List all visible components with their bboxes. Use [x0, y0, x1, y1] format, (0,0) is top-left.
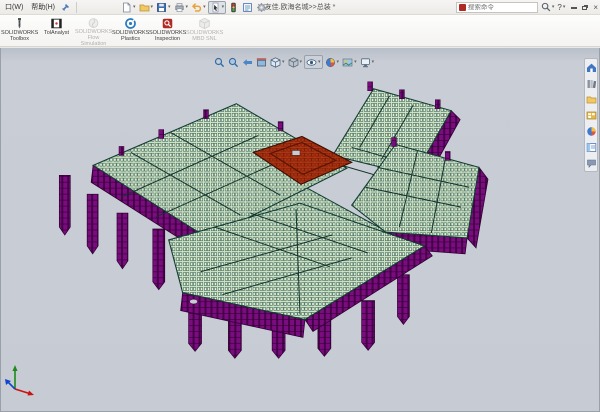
- zoom-to-area-button[interactable]: [227, 55, 240, 69]
- custom-properties-tab[interactable]: [585, 141, 597, 153]
- new-file-button[interactable]: ▾: [120, 1, 137, 14]
- appearances-scenes-tab[interactable]: [585, 125, 597, 137]
- eye-icon: [306, 57, 317, 68]
- minimize-button[interactable]: [571, 3, 577, 12]
- solidworks-resources-tab[interactable]: [585, 61, 597, 73]
- solidworks-forum-tab[interactable]: [585, 157, 597, 169]
- title-bar[interactable]: 口(W) 帮助(H) ▾ ▾ ▾ ▾: [0, 0, 600, 15]
- solidworks-search-icon: [459, 4, 466, 11]
- tolanalyst-icon: [50, 17, 63, 30]
- previous-view-icon: [242, 57, 253, 68]
- view-settings-button[interactable]: ▾: [359, 55, 376, 69]
- rebuild-button[interactable]: [227, 1, 240, 14]
- scene-icon: [342, 57, 353, 68]
- print-icon: [174, 2, 185, 13]
- tab-solidworks-plastics[interactable]: SOLIDWORKS Plastics: [112, 16, 149, 46]
- tab-solidworks-mbd-snl[interactable]: SOLIDWORKS MBD SNL: [186, 16, 223, 46]
- graphics-area[interactable]: ▾ ▾ ▾ ▾ ▾ ▾: [0, 48, 600, 412]
- design-library-tab[interactable]: [585, 77, 597, 89]
- solidworks-window: 口(W) 帮助(H) ▾ ▾ ▾ ▾: [0, 0, 600, 412]
- monitor-icon: [360, 57, 371, 68]
- save-button[interactable]: ▾: [155, 1, 172, 14]
- open-file-button[interactable]: ▾: [138, 1, 155, 14]
- close-button[interactable]: ×: [593, 3, 598, 12]
- headsup-view-toolbar: ▾ ▾ ▾ ▾ ▾ ▾: [213, 55, 375, 69]
- restore-button[interactable]: [582, 3, 588, 12]
- zoom-to-fit-icon: [214, 57, 225, 68]
- plastics-icon: [124, 17, 137, 30]
- section-view-icon: [256, 57, 267, 68]
- menu-help[interactable]: 帮助(H): [29, 2, 57, 12]
- search-box[interactable]: [456, 2, 538, 13]
- search-input[interactable]: [468, 4, 535, 11]
- mbd-icon: [198, 17, 211, 30]
- window-controls: ×: [571, 3, 598, 12]
- new-file-icon: [121, 2, 132, 13]
- tab-solidworks-flow-simulation[interactable]: SOLIDWORKS Flow Simulation: [75, 16, 112, 46]
- view-palette-tab[interactable]: [585, 109, 597, 121]
- toolbar-separator: [76, 2, 77, 13]
- apply-scene-button[interactable]: ▾: [341, 55, 358, 69]
- task-pane-tabs: [584, 58, 598, 172]
- folder-icon: [586, 94, 597, 105]
- toolbox-icon: [13, 17, 26, 30]
- options-button[interactable]: ▾: [255, 1, 272, 14]
- view-cube-icon: [270, 57, 281, 68]
- tab-tolanalyst[interactable]: TolAnalyst: [38, 16, 75, 46]
- display-style-icon: [288, 57, 299, 68]
- view-orientation-button[interactable]: ▾: [269, 55, 286, 69]
- books-icon: [586, 78, 597, 89]
- undo-icon: [191, 2, 202, 13]
- search-options-button[interactable]: ▾: [541, 2, 555, 12]
- home-icon: [586, 62, 597, 73]
- inspection-icon: [161, 17, 174, 30]
- section-view-button[interactable]: [255, 55, 268, 69]
- display-style-button[interactable]: ▾: [287, 55, 304, 69]
- titlebar-right: ▾ ? ▾ ×: [456, 2, 600, 13]
- undo-button[interactable]: ▾: [190, 1, 207, 14]
- edit-appearance-button[interactable]: ▾: [324, 55, 341, 69]
- print-button[interactable]: ▾: [173, 1, 190, 14]
- file-explorer-tab[interactable]: [585, 93, 597, 105]
- view-palette-icon: [586, 110, 597, 121]
- select-cursor-icon: [210, 2, 221, 13]
- pin-menu-icon[interactable]: [61, 3, 70, 12]
- menu-window[interactable]: 口(W): [3, 2, 25, 12]
- hide-show-items-button[interactable]: ▾: [304, 55, 323, 69]
- forum-bubble-icon: [586, 158, 597, 169]
- select-button[interactable]: ▾: [208, 1, 227, 14]
- help-button[interactable]: ? ▾: [557, 3, 565, 12]
- open-file-icon: [139, 2, 150, 13]
- tab-solidworks-inspection[interactable]: SOLIDWORKS Inspection: [149, 16, 186, 46]
- appearance-ball-icon: [325, 57, 336, 68]
- model-3d-assembly[interactable]: [1, 48, 599, 411]
- menu-bar: 口(W) 帮助(H): [0, 2, 73, 12]
- flow-simulation-icon: [87, 17, 100, 29]
- file-properties-button[interactable]: [241, 1, 254, 14]
- command-manager: SOLIDWORKS Toolbox TolAnalyst SOLIDWORKS…: [0, 15, 600, 47]
- traffic-light-icon: [228, 2, 239, 13]
- tab-solidworks-toolbox[interactable]: SOLIDWORKS Toolbox: [1, 16, 38, 46]
- magnifier-icon: [541, 2, 551, 12]
- zoom-to-fit-button[interactable]: [213, 55, 226, 69]
- properties-panel-icon: [586, 142, 597, 153]
- file-properties-icon: [242, 2, 253, 13]
- quick-access-toolbar: ▾ ▾ ▾ ▾ ▾ ▾: [120, 1, 272, 14]
- save-icon: [156, 2, 167, 13]
- previous-view-button[interactable]: [241, 55, 254, 69]
- zoom-to-area-icon: [228, 57, 239, 68]
- reference-triad: [3, 361, 35, 397]
- appearances-sphere-icon: [586, 126, 597, 137]
- options-gear-icon: [256, 2, 267, 13]
